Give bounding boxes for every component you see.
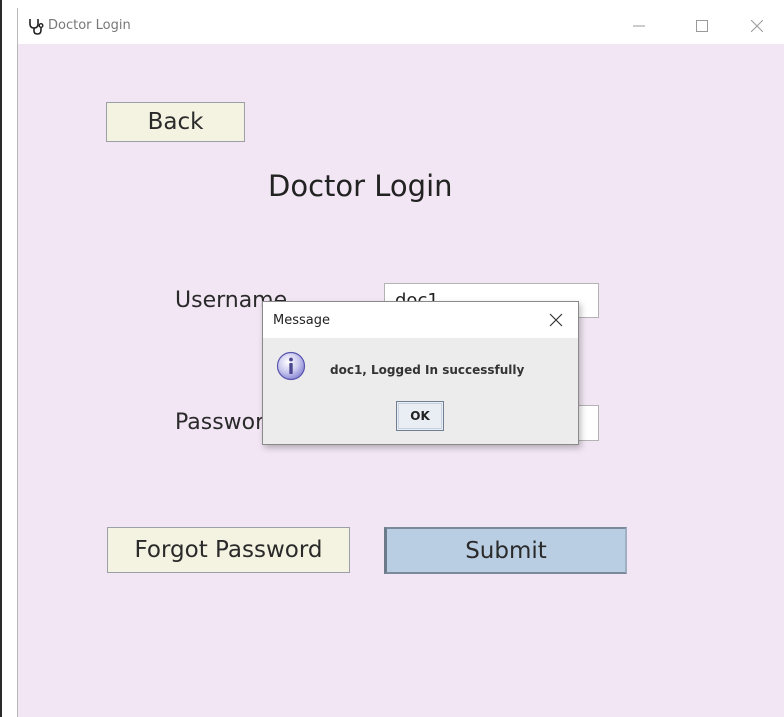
dialog-titlebar[interactable]: Message	[263, 302, 578, 338]
minimize-icon	[633, 25, 645, 27]
background-top-strip	[0, 0, 784, 6]
dialog-message: doc1, Logged In successfully	[330, 363, 525, 377]
submit-button[interactable]: Submit	[384, 527, 627, 574]
maximize-button[interactable]	[687, 14, 717, 38]
info-icon	[276, 351, 306, 381]
ok-button[interactable]: OK	[396, 401, 444, 431]
dialog-title: Message	[273, 313, 330, 328]
maximize-icon	[696, 20, 708, 32]
close-button[interactable]	[742, 14, 772, 38]
forgot-password-button[interactable]: Forgot Password	[107, 527, 350, 573]
background-window-edge	[0, 0, 2, 717]
close-icon	[751, 20, 763, 32]
message-dialog: Message doc1, Logged In successfully OK	[262, 301, 579, 445]
back-button[interactable]: Back	[106, 102, 245, 142]
close-icon[interactable]	[549, 313, 563, 327]
page-title: Doctor Login	[268, 169, 453, 203]
window-title: Doctor Login	[48, 18, 131, 33]
doctor-login-window: Doctor Login Back Doctor Login Username …	[17, 8, 784, 717]
minimize-button[interactable]	[624, 14, 654, 38]
stethoscope-icon	[29, 19, 44, 35]
window-titlebar[interactable]: Doctor Login	[18, 8, 784, 44]
